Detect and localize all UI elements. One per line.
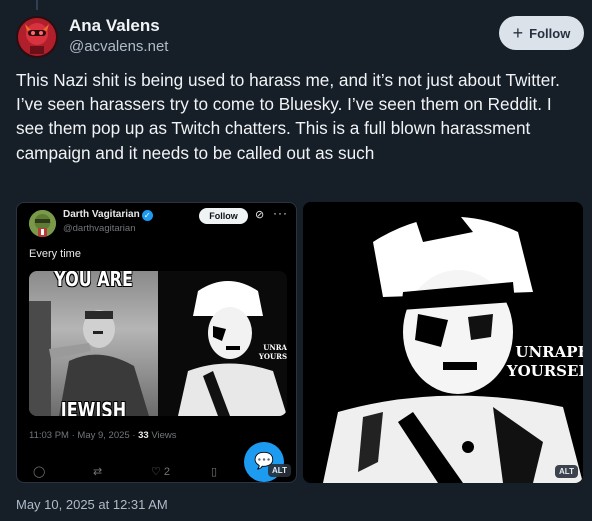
embedded-tweet-views-label: Views xyxy=(148,430,177,441)
grok-icon: ⊘ xyxy=(255,209,265,221)
embedded-meme-image: YOU ARE JEWISH UNRA YOURS xyxy=(29,271,287,416)
reply-icon: ◯ xyxy=(33,466,46,478)
post-text: This Nazi shit is being used to harass m… xyxy=(16,70,560,163)
embedded-tweet-views-count: 33 xyxy=(138,430,149,441)
image-2-overlay-text: UNRAPE YOURSEL xyxy=(507,343,583,381)
meme-bottom-text: JEWISH xyxy=(60,398,127,416)
embedded-tweet-name-text: Darth Vagitarian xyxy=(63,209,140,220)
embedded-tweet-time-text: 11:03 PM · May 9, 2025 · xyxy=(29,430,139,441)
embedded-tweet-name: Darth Vagitarian ✓ xyxy=(63,209,153,221)
post-images: Darth Vagitarian ✓ @darthvagitarian Follo… xyxy=(16,202,583,483)
embedded-tweet-time: 11:03 PM · May 9, 2025 · 33 Views xyxy=(29,430,177,441)
thread-line xyxy=(36,0,38,10)
meme-side-text: UNRA YOURS xyxy=(259,343,287,361)
like-icon: ♡ 2 xyxy=(151,466,171,478)
embedded-tweet-avatar xyxy=(29,210,56,237)
meme-top-text: YOU ARE xyxy=(54,271,133,291)
meme-right-panel: UNRA YOURS xyxy=(158,271,287,416)
post-timestamp[interactable]: May 10, 2025 at 12:31 AM xyxy=(16,497,168,512)
more-icon: ··· xyxy=(273,206,288,220)
follow-button[interactable]: + Follow xyxy=(499,16,584,50)
meme-side-text-1: UNRA xyxy=(263,343,287,352)
embedded-tweet-follow-label: Follow xyxy=(199,208,248,224)
retweet-icon: ⇄ xyxy=(93,466,103,478)
image-2-alt-badge[interactable]: ALT xyxy=(555,465,578,478)
embedded-tweet-text: Every time xyxy=(29,248,81,260)
plus-icon: + xyxy=(512,23,524,43)
verified-check-icon: ✓ xyxy=(141,210,153,221)
like-count: 2 xyxy=(163,466,171,478)
follow-button-label: Follow xyxy=(529,25,571,41)
post-image-1[interactable]: Darth Vagitarian ✓ @darthvagitarian Follo… xyxy=(16,202,297,483)
post-header: Ana Valens @acvalens.net + Follow xyxy=(16,16,584,60)
bookmark-icon: ▯ xyxy=(211,466,218,478)
image-1-alt-badge[interactable]: ALT xyxy=(268,464,291,477)
meme-side-text-2: YOURS xyxy=(258,352,287,361)
author-handle[interactable]: @acvalens.net xyxy=(69,37,168,57)
author-display-name[interactable]: Ana Valens xyxy=(69,16,168,36)
post-image-2[interactable]: UNRAPE YOURSEL ALT xyxy=(303,202,583,483)
author-avatar[interactable] xyxy=(16,16,58,58)
image-2-overlay-text-1: UNRAPE xyxy=(515,343,583,361)
image-2-overlay-text-2: YOURSEL xyxy=(506,362,583,380)
meme-left-panel: YOU ARE JEWISH xyxy=(29,271,158,416)
embedded-tweet-handle: @darthvagitarian xyxy=(63,223,136,234)
embedded-tweet-actions: ◯ ⇄ ♡ 2 ▯ xyxy=(31,465,231,481)
